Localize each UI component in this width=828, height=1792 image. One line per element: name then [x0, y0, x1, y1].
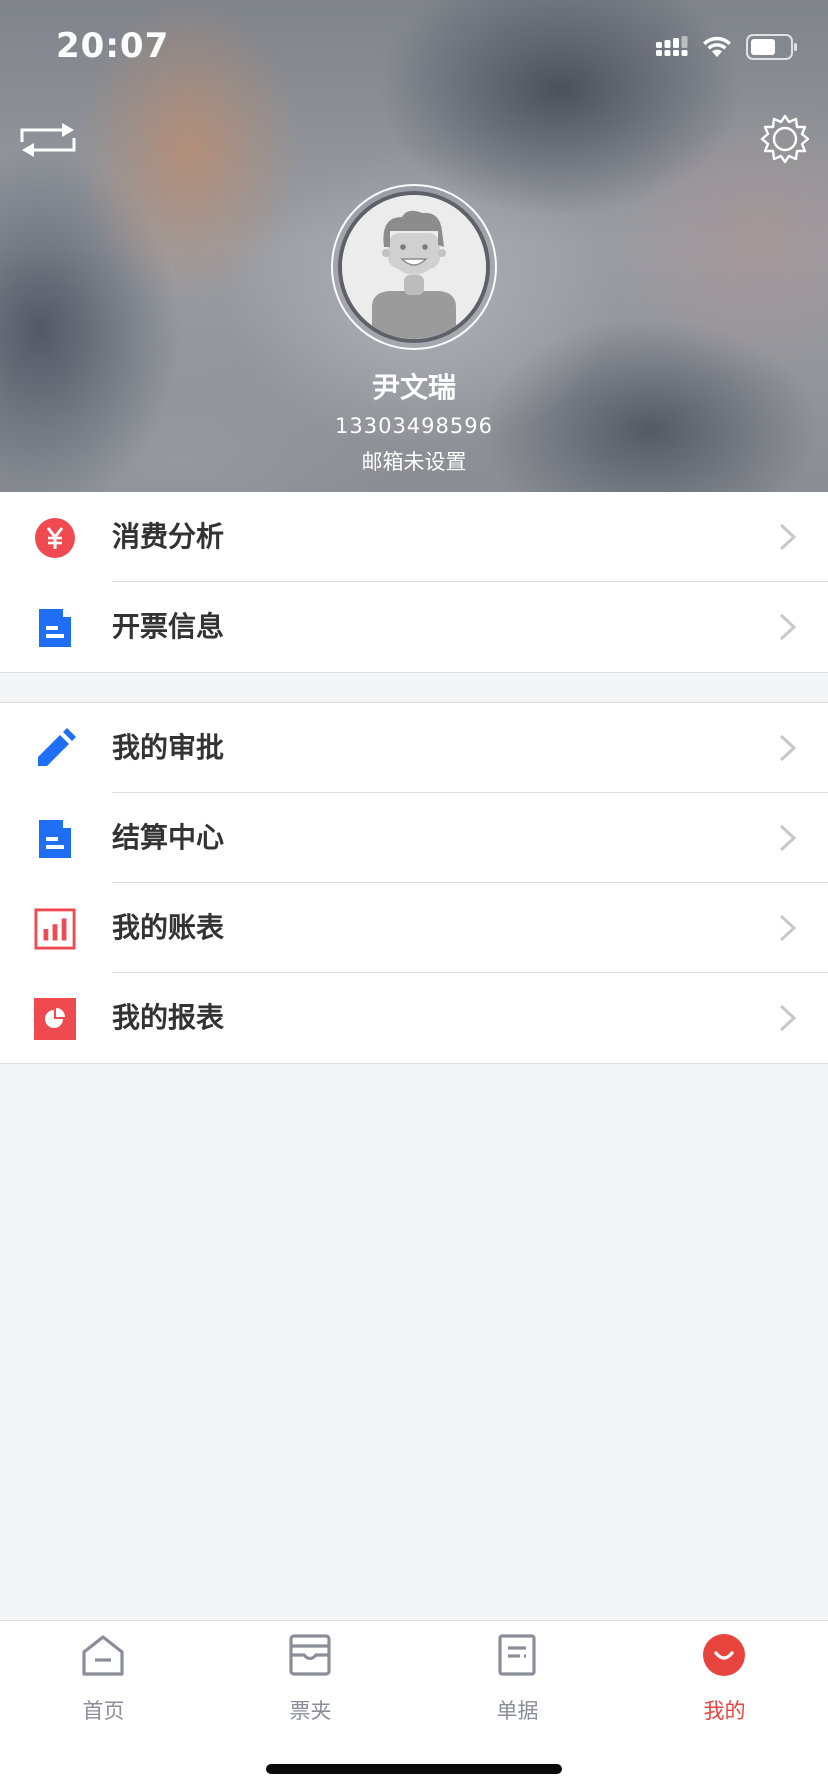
- settings-button[interactable]: [760, 114, 810, 164]
- swap-arrows-icon: [20, 123, 76, 157]
- profile-header: 20:07 尹文瑞 13303498596 邮箱未设置: [0, 0, 828, 492]
- menu-group-1: 消费分析 开票信息: [0, 492, 828, 673]
- menu-item-label: 我的报表: [112, 1001, 225, 1034]
- menu-item-label: 我的账表: [112, 911, 225, 944]
- battery-icon: [746, 34, 797, 60]
- gear-icon: [760, 114, 810, 164]
- chevron-right-icon: [779, 914, 797, 942]
- menu-item-invoice-info[interactable]: 开票信息: [0, 582, 828, 672]
- status-bar: 20:07: [0, 0, 828, 96]
- menu-item-label: 消费分析: [112, 520, 225, 553]
- document-icon: [34, 818, 76, 860]
- default-user-avatar-graphic: [342, 195, 486, 339]
- profile-screen: 20:07 尹文瑞 13303498596 邮箱未设置 消费分析 开票信息 我的…: [0, 0, 828, 1792]
- pie-chart-icon: [34, 998, 76, 1040]
- avatar[interactable]: [331, 184, 497, 350]
- chevron-right-icon: [779, 613, 797, 641]
- wifi-icon: [703, 36, 731, 57]
- switch-account-button[interactable]: [20, 120, 76, 160]
- menu-item-my-approvals[interactable]: 我的审批: [0, 703, 828, 793]
- bar-chart-icon: [34, 908, 76, 950]
- receipt-icon: [498, 1634, 536, 1676]
- user-phone: 13303498596: [335, 414, 493, 438]
- tab-receipts[interactable]: 单据: [414, 1621, 621, 1741]
- chevron-right-icon: [779, 523, 797, 551]
- user-email: 邮箱未设置: [361, 450, 467, 474]
- tab-label: 我的: [703, 1699, 746, 1723]
- home-icon: [82, 1635, 124, 1676]
- menu-item-label: 开票信息: [112, 610, 225, 643]
- menu-group-2: 我的审批 结算中心 我的账表 我的报表: [0, 702, 828, 1064]
- chevron-right-icon: [779, 734, 797, 762]
- default-user-avatar: [338, 191, 490, 343]
- chevron-right-icon: [779, 824, 797, 852]
- menu-item-label: 结算中心: [112, 821, 225, 854]
- chevron-right-icon: [779, 1004, 797, 1032]
- tab-home[interactable]: 首页: [0, 1621, 207, 1741]
- user-name: 尹文瑞: [371, 371, 456, 404]
- smile-profile-icon: [703, 1634, 745, 1676]
- tab-label: 首页: [82, 1699, 125, 1723]
- menu-item-label: 我的审批: [112, 731, 225, 764]
- tab-ticket-folder[interactable]: 票夹: [207, 1621, 414, 1741]
- tab-label: 票夹: [289, 1699, 332, 1723]
- tab-profile[interactable]: 我的: [621, 1621, 828, 1741]
- status-time: 20:07: [56, 26, 170, 66]
- tab-label: 单据: [496, 1699, 539, 1723]
- menu-item-my-reports[interactable]: 我的报表: [0, 973, 828, 1063]
- pencil-icon: [34, 728, 76, 770]
- ticket-folder-icon: [289, 1634, 331, 1676]
- menu-item-my-accounts[interactable]: 我的账表: [0, 883, 828, 973]
- home-indicator: [266, 1764, 562, 1774]
- cellular-signal-icon: [656, 36, 688, 56]
- document-icon: [34, 607, 76, 649]
- menu-item-settlement-center[interactable]: 结算中心: [0, 793, 828, 883]
- yen-circle-icon: [34, 517, 76, 559]
- status-icons: [656, 34, 798, 60]
- menu-item-consumption-analysis[interactable]: 消费分析: [0, 492, 828, 582]
